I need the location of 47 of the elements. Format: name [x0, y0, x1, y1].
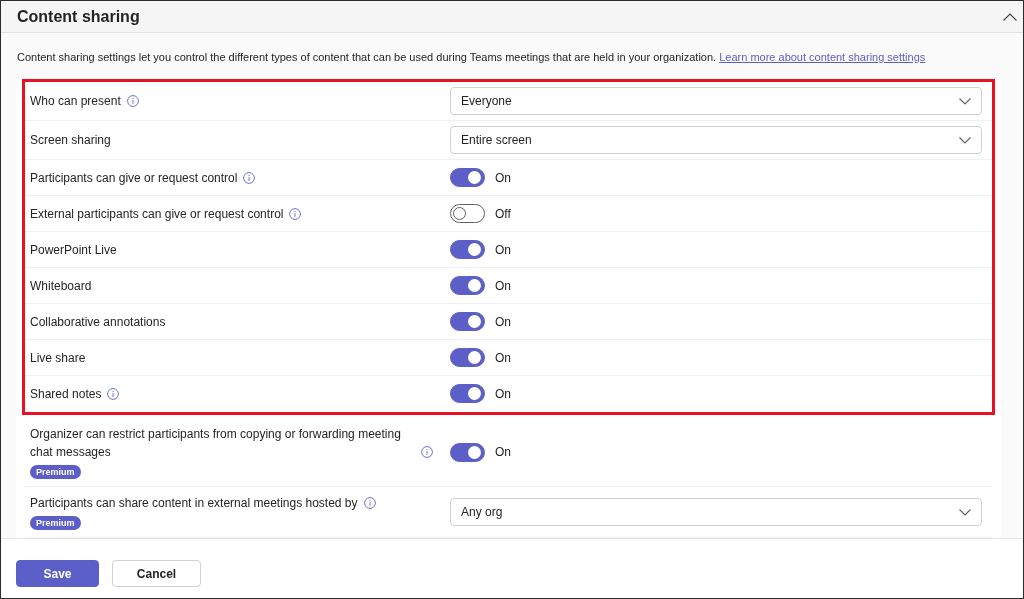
save-button[interactable]: Save [16, 560, 99, 587]
dropdown[interactable]: Any org [450, 498, 982, 526]
toggle-switch[interactable] [450, 384, 485, 403]
toggle-state-label: On [495, 170, 511, 185]
info-icon[interactable] [107, 387, 120, 400]
chevron-down-icon [959, 97, 971, 105]
setting-label: Live share [30, 349, 86, 367]
toggle-switch[interactable] [450, 442, 485, 462]
section-title: Content sharing [17, 7, 140, 26]
setting-label: External participants can give or request control [30, 205, 284, 223]
premium-tag: Premium [30, 516, 81, 530]
toggle-switch[interactable] [450, 276, 485, 295]
info-icon[interactable] [126, 95, 139, 107]
info-icon[interactable] [289, 207, 302, 220]
toggle-switch[interactable] [450, 240, 485, 259]
setting-label: Collaborative annotations [30, 313, 166, 331]
dropdown[interactable]: Entire screen [450, 126, 982, 154]
toggle-state-label: On [495, 278, 511, 293]
setting-label: Organizer can restrict participants from copying or forwarding meeting chat messages [30, 426, 402, 461]
setting-label: Screen sharing [30, 132, 111, 149]
info-icon[interactable] [421, 446, 433, 458]
chevron-down-icon [959, 136, 971, 144]
cancel-button[interactable]: Cancel [112, 560, 201, 587]
premium-tag: Premium [30, 465, 81, 479]
info-icon[interactable] [243, 171, 256, 184]
toggle-state-label: Off [495, 206, 511, 221]
toggle-state-label: On [495, 350, 511, 365]
setting-label: Who can present [30, 93, 121, 110]
chevron-up-icon[interactable] [1003, 12, 1017, 21]
setting-label: PowerPoint Live [30, 241, 117, 259]
toggle-switch[interactable] [450, 312, 485, 331]
toggle-state-label: On [495, 445, 511, 459]
info-icon[interactable] [363, 497, 376, 509]
toggle-state-label: On [495, 386, 511, 401]
setting-label: Whiteboard [30, 277, 92, 295]
setting-label: Shared notes [30, 385, 102, 403]
setting-label: Participants can give or request control [30, 169, 238, 187]
section-description: Content sharing settings let you control the different types of content that can be used during Teams meetings that are held in your organization. Learn more about content sharing settings [16, 50, 927, 65]
toggle-switch[interactable] [450, 168, 485, 187]
dropdown[interactable]: Everyone [450, 87, 982, 115]
chevron-down-icon [959, 508, 971, 516]
toggle-state-label: On [495, 242, 511, 257]
toggle-switch[interactable] [450, 348, 485, 367]
setting-label: Participants can share content in external meetings hosted by [30, 495, 358, 512]
toggle-state-label: On [495, 314, 511, 329]
toggle-switch[interactable] [450, 204, 485, 223]
learn-more-link[interactable]: Learn more about content sharing settings [719, 51, 926, 63]
